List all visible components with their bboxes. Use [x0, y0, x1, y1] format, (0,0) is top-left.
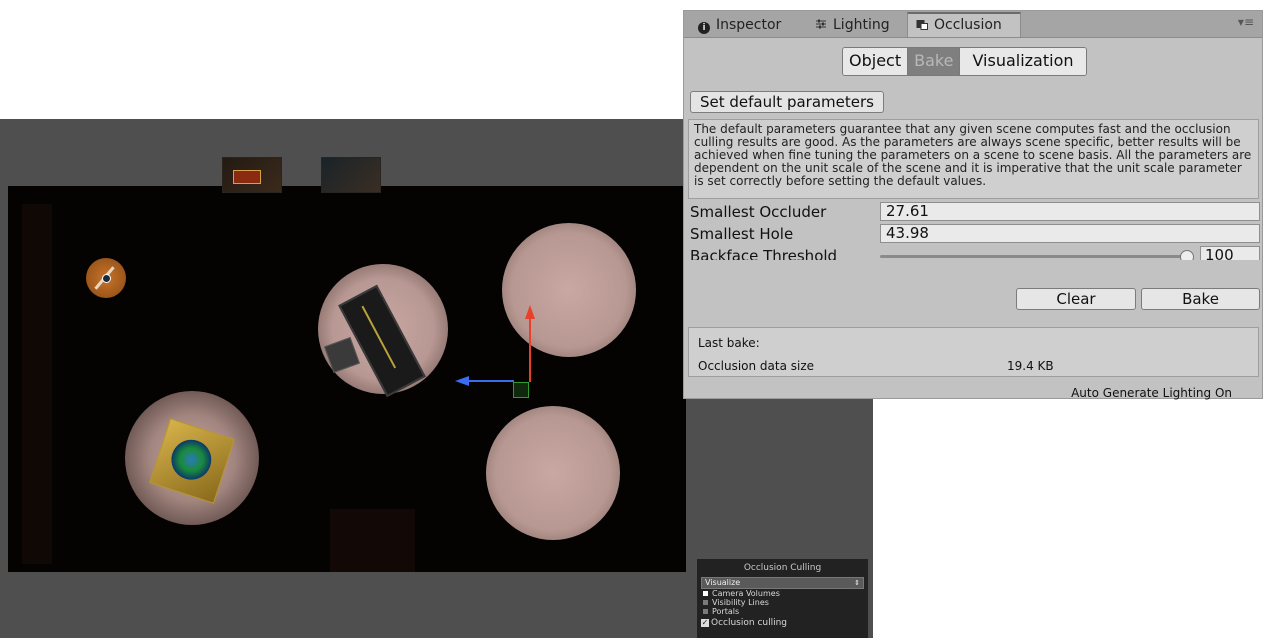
portals-color-icon	[703, 609, 708, 614]
tab-label: Lighting	[833, 17, 890, 33]
occlusion-culling-checkbox[interactable]: ✓ Occlusion culling	[697, 618, 868, 628]
camera-volumes-color-icon	[703, 591, 708, 596]
panel-menu-icon[interactable]: ▾≡	[1238, 15, 1254, 29]
overlay-item-camera-volumes[interactable]: Camera Volumes	[697, 589, 868, 598]
backface-threshold-field[interactable]: 100	[1200, 246, 1260, 260]
mode-segmented-control: Object Bake Visualization	[842, 47, 1087, 76]
help-text-box: The default parameters guarantee that an…	[688, 119, 1259, 199]
gizmo-x-arrow-icon[interactable]	[455, 376, 469, 386]
lighting-sliders-icon	[815, 15, 827, 29]
overlay-item-label: Portals	[712, 607, 740, 616]
info-icon: i	[698, 22, 710, 34]
gizmo-center-handle[interactable]	[513, 382, 529, 398]
visibility-lines-color-icon	[703, 600, 708, 605]
tab-lighting[interactable]: Lighting	[807, 14, 898, 37]
overlay-item-label: Camera Volumes	[712, 589, 780, 598]
scene-doorway	[330, 509, 415, 572]
backface-threshold-label: Backface Threshold	[690, 247, 838, 260]
clear-button[interactable]: Clear	[1016, 288, 1136, 310]
occlusion-data-size-value: 19.4 KB	[1007, 359, 1054, 373]
dropdown-caret-icon: ⇕	[854, 579, 860, 587]
gizmo-x-axis[interactable]	[468, 380, 514, 382]
smallest-hole-row: Smallest Hole 43.98	[690, 224, 1260, 244]
tab-label: Inspector	[716, 17, 782, 33]
scene-object-painting-2[interactable]	[321, 157, 381, 193]
occlusion-data-size-label: Occlusion data size	[698, 359, 815, 373]
overlay-title: Occlusion Culling	[743, 563, 822, 573]
smallest-occluder-row: Smallest Occluder 27.61	[690, 202, 1260, 222]
visualize-dropdown[interactable]: Visualize ⇕	[701, 577, 864, 589]
gizmo-y-arrow-icon[interactable]	[525, 305, 535, 319]
backface-threshold-slider[interactable]	[880, 255, 1190, 258]
overlay-item-portals[interactable]: Portals	[697, 607, 868, 616]
scene-object-lamp[interactable]	[86, 258, 126, 298]
tab-label: Occlusion	[934, 17, 1002, 33]
backface-threshold-slider-handle[interactable]	[1180, 250, 1194, 260]
scene-wall-left	[22, 204, 52, 564]
overlay-item-visibility-lines[interactable]: Visibility Lines	[697, 598, 868, 607]
smallest-hole-label: Smallest Hole	[690, 225, 794, 243]
overlay-item-label: Visibility Lines	[712, 598, 769, 607]
checkbox-label: Occlusion culling	[711, 618, 788, 628]
backface-threshold-row: Backface Threshold 100	[690, 246, 1260, 260]
set-default-parameters-button[interactable]: Set default parameters	[690, 91, 884, 113]
mode-visualization-button[interactable]: Visualization	[960, 48, 1086, 75]
spotlight-bottom-right	[486, 406, 620, 540]
occlusion-culling-overlay: Occlusion Culling Visualize ⇕ Camera Vol…	[697, 559, 868, 638]
panel-tab-bar: i Inspector Lighting Occlusion ▾≡	[684, 11, 1262, 38]
occlusion-icon	[916, 15, 928, 30]
bake-button[interactable]: Bake	[1141, 288, 1260, 310]
mode-object-button[interactable]: Object	[843, 48, 909, 75]
smallest-hole-field[interactable]: 43.98	[880, 224, 1260, 243]
spotlight-top-right	[502, 223, 636, 357]
smallest-occluder-field[interactable]: 27.61	[880, 202, 1260, 221]
last-bake-title: Last bake:	[698, 336, 760, 350]
occlusion-panel: i Inspector Lighting Occlusion ▾≡ Object …	[683, 10, 1263, 400]
visualize-dropdown-value: Visualize	[705, 578, 741, 587]
mode-bake-button[interactable]: Bake	[908, 48, 961, 75]
smallest-occluder-label: Smallest Occluder	[690, 203, 827, 221]
tab-inspector[interactable]: i Inspector	[690, 14, 789, 37]
last-bake-box: Last bake: Occlusion data size 19.4 KB	[688, 327, 1259, 377]
scene-object-painting-1[interactable]	[222, 157, 282, 193]
gizmo-y-axis[interactable]	[529, 317, 531, 382]
checkmark-icon: ✓	[701, 617, 709, 627]
tab-occlusion[interactable]: Occlusion	[907, 12, 1021, 37]
auto-generate-lighting-status: Auto Generate Lighting On	[1071, 386, 1232, 400]
